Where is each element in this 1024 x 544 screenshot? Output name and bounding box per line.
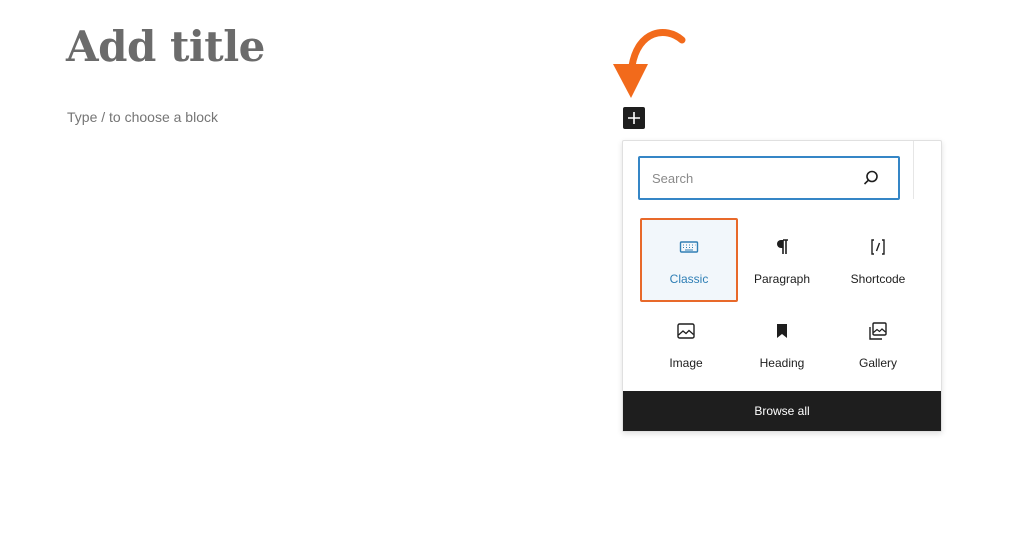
search-input[interactable] <box>652 163 862 193</box>
block-classic[interactable]: Classic <box>640 218 738 302</box>
block-paragraph[interactable]: Paragraph <box>734 218 830 302</box>
block-label: Heading <box>759 356 805 370</box>
block-label: Shortcode <box>850 272 906 286</box>
shortcode-icon <box>871 239 885 255</box>
plus-icon <box>628 112 640 124</box>
image-icon <box>677 323 695 339</box>
search-icon[interactable] <box>862 169 880 187</box>
block-shortcode[interactable]: Shortcode <box>830 218 926 302</box>
panel-divider <box>913 141 914 199</box>
block-grid: Classic Paragraph Shortcode Image Headin… <box>638 218 928 386</box>
pilcrow-icon <box>777 239 788 254</box>
browse-all-button[interactable]: Browse all <box>623 391 941 431</box>
block-gallery[interactable]: Gallery <box>830 302 926 386</box>
keyboard-icon <box>679 241 699 253</box>
bookmark-icon <box>777 324 787 338</box>
block-placeholder[interactable]: Type / to choose a block <box>67 109 218 125</box>
block-label: Paragraph <box>753 272 811 286</box>
block-label: Image <box>669 356 703 370</box>
search-field[interactable] <box>638 156 900 200</box>
block-inserter-toggle[interactable] <box>623 107 645 129</box>
block-heading[interactable]: Heading <box>734 302 830 386</box>
block-image[interactable]: Image <box>638 302 734 386</box>
block-label: Gallery <box>858 356 897 370</box>
block-inserter-panel: Classic Paragraph Shortcode Image <box>622 140 942 432</box>
post-title-input[interactable]: Add title <box>66 22 265 71</box>
block-label: Classic <box>669 272 709 286</box>
gallery-icon <box>869 322 887 340</box>
annotation-arrow-icon <box>613 29 686 98</box>
